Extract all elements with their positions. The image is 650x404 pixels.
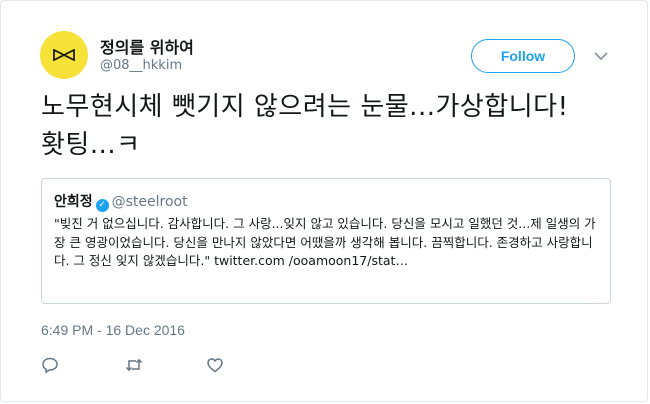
tweet-text: 노무현시체 뺏기지 않으려는 눈물...가상합니다! 홧팅...ㅋ: [41, 92, 569, 160]
like-icon[interactable]: [206, 356, 224, 374]
quoted-tweet-text: "빚진 거 없으십니다. 감사합니다. 그 사랑...잊지 않고 있습니다. 당…: [54, 216, 596, 268]
quoted-tweet[interactable]: 안희정 ✓ @steelroot "빚진 거 없으십니다. 감사합니다. 그 사랑.…: [41, 178, 611, 304]
follow-button[interactable]: Follow: [471, 39, 575, 73]
author-handle[interactable]: @08__hkkim: [100, 58, 182, 73]
quoted-author-handle: @steelroot: [111, 194, 188, 210]
reply-icon[interactable]: [41, 356, 59, 374]
tweet-actions: [41, 356, 241, 376]
avatar[interactable]: [40, 31, 88, 79]
verified-badge-icon: ✓: [95, 199, 109, 212]
author-display-name[interactable]: 정의를 위하여: [100, 34, 194, 58]
retweet-icon[interactable]: [125, 356, 143, 374]
quoted-tweet-header: 안희정 ✓ @steelroot: [54, 191, 188, 212]
logo-icon: [53, 49, 75, 61]
tweet-timestamp[interactable]: 6:49 PM - 16 Dec 2016: [41, 322, 185, 338]
quoted-author-name: 안희정: [54, 194, 93, 210]
tweet-card: 정의를 위하여 @08__hkkim Follow 노무현시체 뺏기지 않으려는…: [0, 0, 648, 402]
chevron-down-icon[interactable]: [593, 50, 609, 62]
